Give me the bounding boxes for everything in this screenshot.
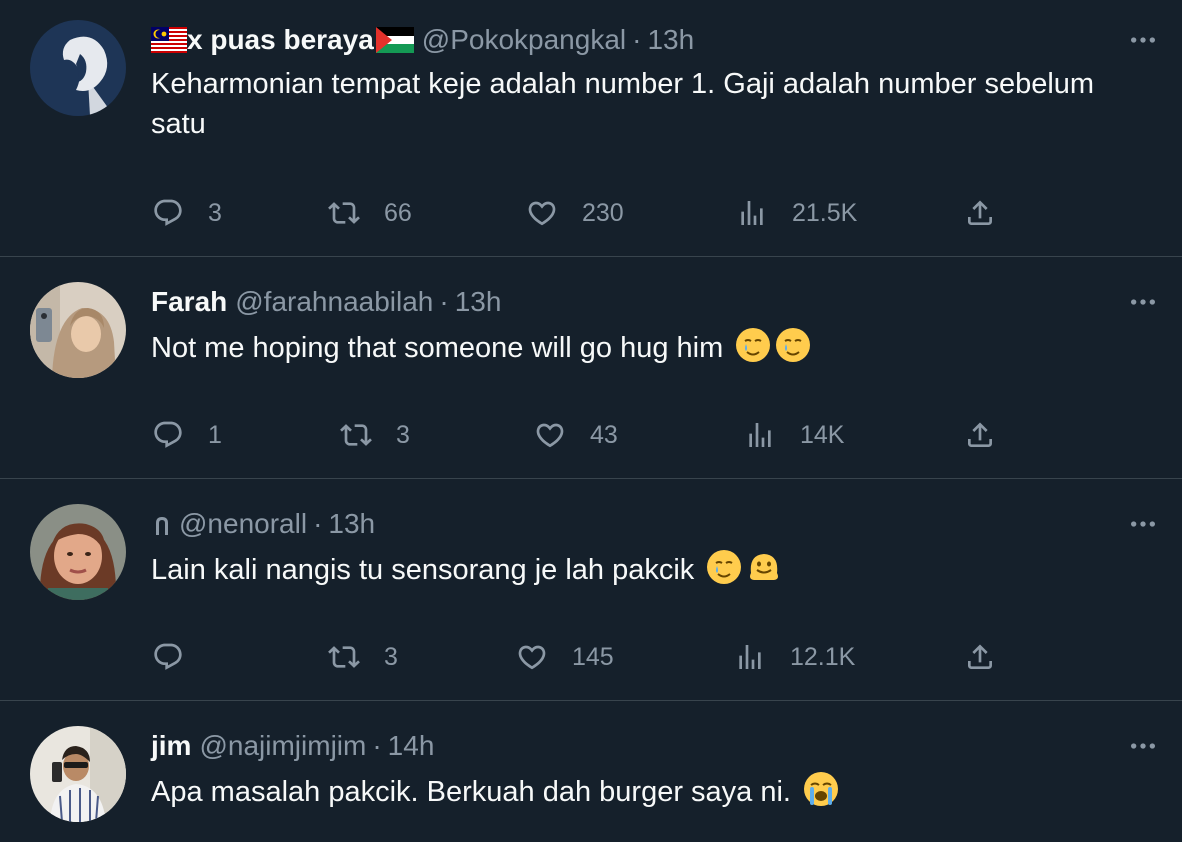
like-button[interactable]: 145 bbox=[516, 637, 614, 677]
retweet-button[interactable]: 66 bbox=[328, 193, 412, 233]
tweet[interactable]: jim @najimjimjim · 14h Apa masalah pakci… bbox=[0, 701, 1182, 842]
user-handle[interactable]: @farahnaabilah bbox=[235, 284, 433, 320]
face-holding-back-tears-icon bbox=[706, 549, 742, 585]
avatar[interactable] bbox=[30, 282, 126, 378]
display-name[interactable]: Farah bbox=[151, 284, 227, 320]
heart-icon bbox=[526, 197, 558, 229]
heart-icon bbox=[534, 419, 566, 451]
share-icon bbox=[964, 419, 996, 451]
views-chart-icon bbox=[736, 197, 768, 229]
separator-dot: · bbox=[632, 24, 642, 55]
heart-icon bbox=[516, 641, 548, 673]
retweet-count: 3 bbox=[396, 420, 410, 449]
separator-dot: · bbox=[313, 508, 323, 539]
like-count: 145 bbox=[572, 642, 614, 671]
reply-count: 1 bbox=[208, 420, 222, 449]
more-options-icon[interactable] bbox=[1126, 22, 1160, 58]
tweet-text: Keharmonian tempat keje adalah number 1.… bbox=[151, 68, 1095, 140]
views-chart-icon bbox=[744, 419, 776, 451]
face-holding-back-tears-icon bbox=[775, 327, 811, 363]
user-handle[interactable]: @najimjimjim bbox=[199, 728, 366, 764]
tweet-text: Apa masalah pakcik. Berkuah dah burger s… bbox=[151, 771, 1151, 812]
reply-icon bbox=[152, 197, 184, 229]
retweet-count: 3 bbox=[384, 642, 398, 671]
views-chart-icon bbox=[734, 641, 766, 673]
avatar[interactable] bbox=[30, 504, 126, 600]
more-options-icon[interactable] bbox=[1126, 728, 1160, 764]
tweet[interactable]: x puas beraya @Pokokpangkal · 13h Keharm… bbox=[0, 0, 1182, 256]
share-icon bbox=[964, 641, 996, 673]
avatar[interactable] bbox=[30, 20, 126, 116]
retweet-button[interactable]: 3 bbox=[340, 415, 410, 455]
tweet-text-content: Lain kali nangis tu sensorang je lah pak… bbox=[151, 554, 695, 586]
retweet-count: 66 bbox=[384, 198, 412, 227]
views-count: 14K bbox=[800, 420, 845, 449]
views-button[interactable]: 14K bbox=[744, 415, 844, 455]
timestamp[interactable]: 13h bbox=[455, 284, 502, 320]
malaysia-flag-icon bbox=[151, 27, 187, 53]
user-handle[interactable]: @nenorall bbox=[179, 506, 307, 542]
tweet-text-content: Not me hoping that someone will go hug h… bbox=[151, 332, 724, 364]
share-button[interactable] bbox=[964, 193, 996, 233]
more-options-icon[interactable] bbox=[1126, 284, 1160, 320]
reply-button[interactable] bbox=[152, 637, 208, 677]
timestamp[interactable]: 13h bbox=[647, 22, 694, 58]
tweet-text-content: Apa masalah pakcik. Berkuah dah burger s… bbox=[151, 776, 791, 808]
avatar[interactable] bbox=[30, 726, 126, 822]
separator-dot: · bbox=[439, 286, 449, 317]
like-button[interactable]: 230 bbox=[526, 193, 624, 233]
views-count: 12.1K bbox=[790, 642, 856, 671]
share-button[interactable] bbox=[964, 415, 996, 455]
more-options-icon[interactable] bbox=[1126, 506, 1160, 542]
share-icon bbox=[964, 197, 996, 229]
like-count: 230 bbox=[582, 198, 624, 227]
timestamp[interactable]: 13h bbox=[328, 506, 375, 542]
like-count: 43 bbox=[590, 420, 618, 449]
reply-icon bbox=[152, 419, 184, 451]
display-name[interactable]: x puas beraya bbox=[187, 22, 374, 58]
views-count: 21.5K bbox=[792, 198, 858, 227]
display-name[interactable]: jim bbox=[151, 728, 191, 764]
retweet-icon bbox=[340, 419, 372, 451]
timestamp[interactable]: 14h bbox=[388, 728, 435, 764]
reply-button[interactable]: 1 bbox=[152, 415, 222, 455]
face-holding-back-tears-icon bbox=[735, 327, 771, 363]
retweet-icon bbox=[328, 197, 360, 229]
reply-icon bbox=[152, 641, 184, 673]
like-button[interactable]: 43 bbox=[534, 415, 618, 455]
melting-face-icon bbox=[746, 549, 782, 585]
tweet[interactable]: Farah @farahnaabilah · 13h Not me hoping… bbox=[0, 257, 1182, 478]
reply-button[interactable]: 3 bbox=[152, 193, 222, 233]
retweet-button[interactable]: 3 bbox=[328, 637, 398, 677]
loudly-crying-face-icon bbox=[803, 771, 839, 807]
share-button[interactable] bbox=[964, 637, 996, 677]
user-handle[interactable]: @Pokokpangkal bbox=[422, 22, 626, 58]
palestine-flag-icon bbox=[375, 27, 414, 53]
tweet[interactable]: @nenorall · 13h Lain kali nangis tu sens… bbox=[0, 479, 1182, 700]
tweet-text: Not me hoping that someone will go hug h… bbox=[151, 327, 1151, 368]
arch-icon bbox=[151, 509, 173, 539]
separator-dot: · bbox=[372, 730, 382, 761]
reply-count: 3 bbox=[208, 198, 222, 227]
views-button[interactable]: 12.1K bbox=[734, 637, 855, 677]
retweet-icon bbox=[328, 641, 360, 673]
views-button[interactable]: 21.5K bbox=[736, 193, 857, 233]
tweet-text: Lain kali nangis tu sensorang je lah pak… bbox=[151, 549, 1151, 590]
